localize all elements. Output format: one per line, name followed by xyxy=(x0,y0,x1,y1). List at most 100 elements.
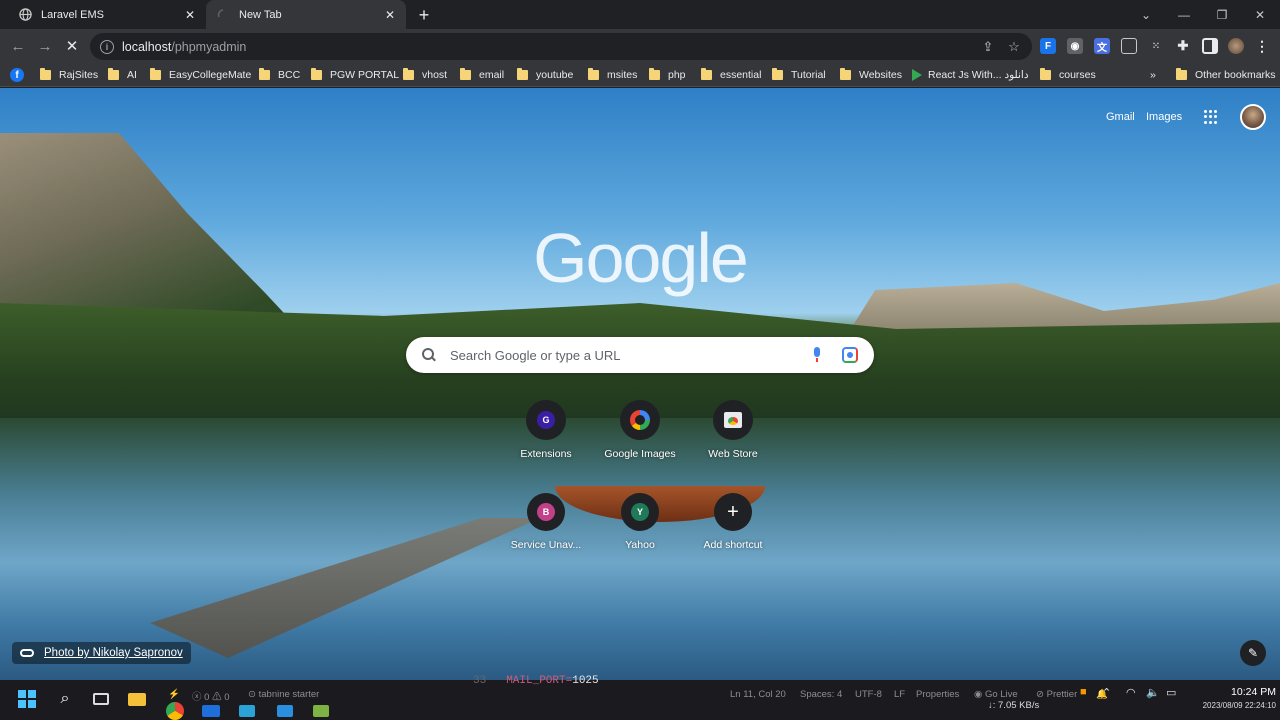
letter-y-icon: Y xyxy=(631,503,649,521)
shortcut-icon-circle: Y xyxy=(621,493,659,531)
extensions-puzzle-icon[interactable]: ✚ xyxy=(1175,38,1191,54)
bookmark-folder[interactable]: youtube xyxy=(517,67,573,83)
file-encoding[interactable]: UTF-8 xyxy=(855,689,882,700)
wifi-icon[interactable]: ◠ xyxy=(1126,686,1136,699)
chrome-menu-icon[interactable]: ⋮ xyxy=(1254,38,1270,54)
prettier-status[interactable]: ⊘ Prettier xyxy=(1036,689,1077,700)
battery-icon[interactable]: ▭ xyxy=(1166,686,1176,699)
grid-extension-icon[interactable]: ⁙ xyxy=(1148,38,1164,54)
shortcut-label: Add shortcut xyxy=(703,539,763,551)
photo-credit-link[interactable]: Photo by Nikolay Sapronov xyxy=(12,642,191,664)
remote-icon[interactable]: ⚡ xyxy=(168,689,180,700)
shortcut-add[interactable]: + Add shortcut xyxy=(687,481,779,557)
plus-icon: + xyxy=(714,493,752,531)
go-live-button[interactable]: ◉ Go Live xyxy=(974,689,1018,700)
end-of-line[interactable]: LF xyxy=(894,689,905,700)
tab-new-tab[interactable]: New Tab ✕ xyxy=(206,0,406,29)
account-avatar[interactable] xyxy=(1240,104,1266,130)
language-mode[interactable]: Properties xyxy=(916,689,959,700)
network-speed: ↓: 7.05 KB/s xyxy=(988,700,1040,711)
site-info-icon[interactable]: i xyxy=(100,39,114,54)
folder-icon xyxy=(403,68,414,80)
volume-icon[interactable]: 🔈 xyxy=(1146,686,1160,699)
google-lens-icon[interactable] xyxy=(842,347,858,363)
bookmark-folder[interactable]: Websites xyxy=(840,67,902,83)
device-extension-icon[interactable] xyxy=(1121,38,1137,54)
other-bookmarks[interactable]: Other bookmarks xyxy=(1176,67,1276,83)
shortcut-icon-circle xyxy=(713,400,753,440)
google-apps-icon[interactable] xyxy=(1204,110,1218,124)
bookmark-folder[interactable]: vhost xyxy=(403,67,447,83)
shortcut-google-images[interactable]: Google Images xyxy=(594,388,686,464)
maximize-window-icon[interactable]: ❐ xyxy=(1204,0,1240,29)
google-g-icon xyxy=(630,410,650,430)
bookmark-folder[interactable]: Tutorial xyxy=(772,67,826,83)
bookmark-link[interactable]: React Js With... دانلود xyxy=(912,67,1029,83)
shortcut-label: Yahoo xyxy=(625,539,655,551)
bookmark-folder[interactable]: php xyxy=(649,67,686,83)
bookmark-folder[interactable]: email xyxy=(460,67,504,83)
shortcut-yahoo[interactable]: Y Yahoo xyxy=(594,481,686,557)
warning-tray-icon[interactable]: ■ xyxy=(1080,686,1087,698)
bookmark-folder[interactable]: EasyCollegeMate xyxy=(150,67,251,83)
letter-b-icon: B xyxy=(537,503,555,521)
new-tab-button[interactable]: + xyxy=(414,5,434,25)
play-icon xyxy=(912,69,922,81)
cursor-position[interactable]: Ln 11, Col 20 xyxy=(730,689,786,700)
search-icon[interactable]: ⌕ xyxy=(54,688,76,710)
search-input[interactable]: Search Google or type a URL xyxy=(450,348,812,363)
profile-avatar[interactable] xyxy=(1228,38,1244,54)
indent-spaces[interactable]: Spaces: 4 xyxy=(800,689,842,700)
bookmark-star-icon[interactable]: ☆ xyxy=(1006,39,1022,55)
address-bar[interactable]: i localhost/phpmyadmin ⇪ ☆ xyxy=(90,33,1032,60)
search-box[interactable]: Search Google or type a URL xyxy=(406,337,874,373)
search-icon xyxy=(422,348,436,362)
minimize-window-icon[interactable]: — xyxy=(1166,0,1202,29)
shortcut-icon-circle: G xyxy=(526,400,566,440)
close-tab-icon[interactable]: ✕ xyxy=(382,7,398,23)
tabnine-status[interactable]: ⊙ tabnine starter xyxy=(248,689,319,700)
tab-search-chevron-icon[interactable]: ⌄ xyxy=(1128,0,1164,29)
gmail-link[interactable]: Gmail xyxy=(1106,111,1135,123)
bookmark-folder[interactable]: AI xyxy=(108,67,137,83)
close-tab-icon[interactable]: ✕ xyxy=(182,7,198,23)
app-taskbar-icon[interactable] xyxy=(236,700,258,720)
share-icon[interactable]: ⇪ xyxy=(980,39,996,55)
app-taskbar-icon[interactable] xyxy=(200,700,222,720)
chrome-taskbar-icon[interactable] xyxy=(164,700,186,720)
shortcut-extensions[interactable]: G Extensions xyxy=(500,388,592,464)
customize-pencil-icon[interactable]: ✎ xyxy=(1240,640,1266,666)
images-link[interactable]: Images xyxy=(1146,111,1182,123)
bookmark-folder[interactable]: msites xyxy=(588,67,637,83)
extension-f-icon[interactable]: F xyxy=(1040,38,1056,54)
app-taskbar-icon[interactable] xyxy=(310,700,332,720)
shortcut-web-store[interactable]: Web Store xyxy=(687,388,779,464)
camera-extension-icon[interactable]: ◉ xyxy=(1067,38,1083,54)
bookmarks-overflow-button[interactable]: » xyxy=(1150,67,1156,83)
back-arrow-icon[interactable]: ← xyxy=(8,36,28,56)
close-window-icon[interactable]: ✕ xyxy=(1242,0,1278,29)
task-view-icon[interactable] xyxy=(90,688,112,710)
bookmark-folder[interactable]: courses xyxy=(1040,67,1096,83)
bookmark-folder[interactable]: BCC xyxy=(259,67,300,83)
file-explorer-icon[interactable] xyxy=(126,688,148,710)
tray-chevron-icon[interactable]: ⌃ xyxy=(1102,686,1111,699)
folder-icon xyxy=(840,68,851,80)
shortcut-service-unavailable[interactable]: B Service Unav... xyxy=(500,481,592,557)
system-clock[interactable]: 10:24 PM 2023/08/09 22:24:10 xyxy=(1196,686,1276,712)
forward-arrow-icon[interactable]: → xyxy=(35,36,55,56)
globe-icon xyxy=(18,8,32,22)
stop-loading-icon[interactable]: ✕ xyxy=(62,36,82,56)
new-tab-page: Gmail Images Google Search Google or typ… xyxy=(0,88,1280,680)
tab-laravel-ems[interactable]: Laravel EMS ✕ xyxy=(8,0,206,29)
bookmark-folder[interactable]: PGW PORTAL xyxy=(311,67,399,83)
vscode-taskbar-icon[interactable] xyxy=(274,700,296,720)
shortcut-label: Web Store xyxy=(708,448,758,460)
bookmark-folder[interactable]: essential xyxy=(701,67,761,83)
bookmark-folder[interactable]: RajSites xyxy=(40,67,98,83)
voice-search-icon[interactable] xyxy=(812,347,822,363)
facebook-bookmark[interactable]: f xyxy=(10,67,24,83)
windows-start-icon[interactable] xyxy=(16,688,38,710)
side-panel-icon[interactable] xyxy=(1202,38,1218,54)
translate-extension-icon[interactable]: 文 xyxy=(1094,38,1110,54)
